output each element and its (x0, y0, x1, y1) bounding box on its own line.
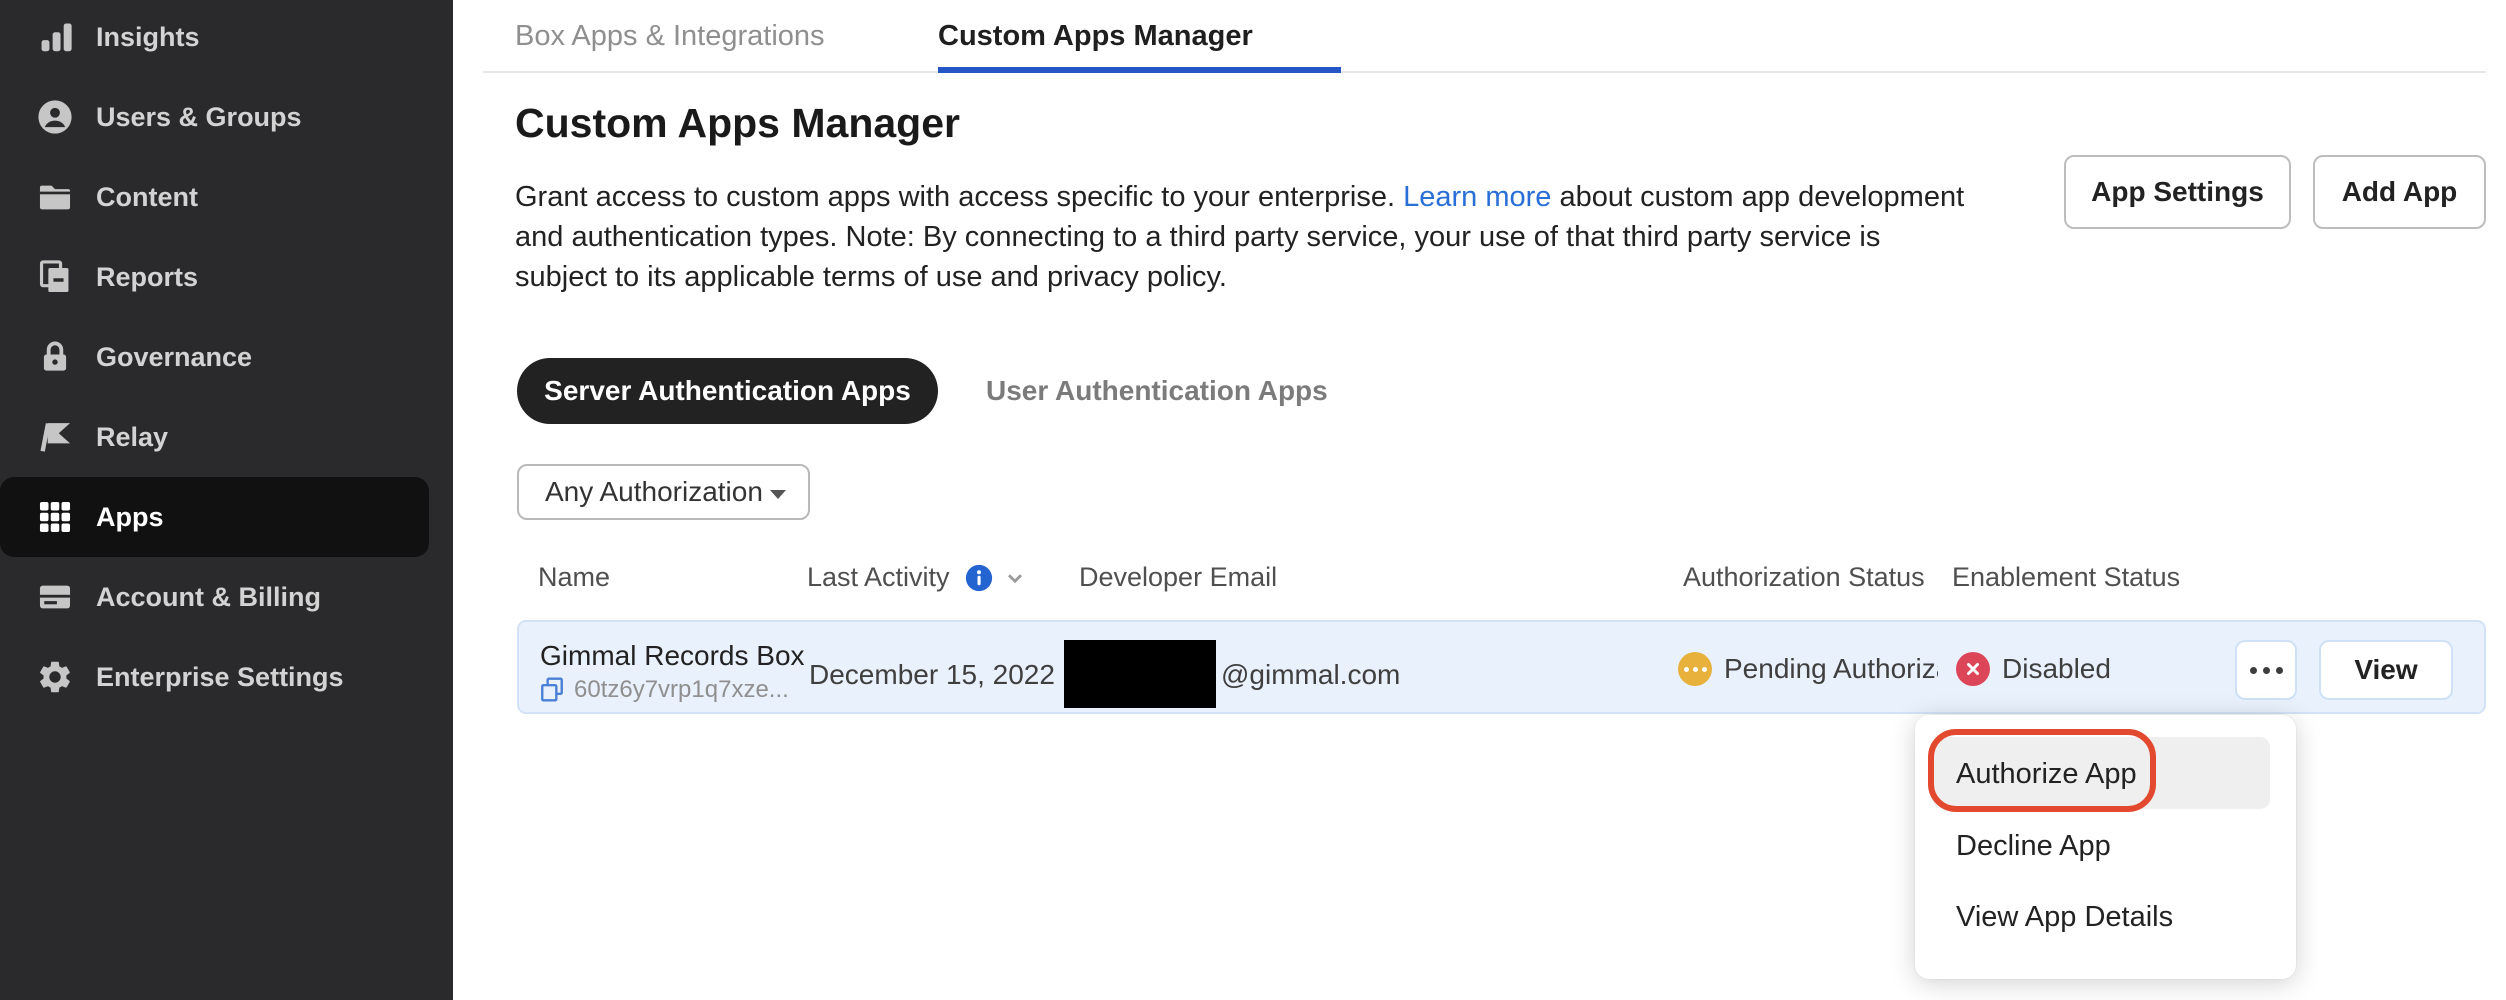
column-header-authorization-status: Authorization Status (1683, 562, 1925, 593)
active-tab-underline (938, 67, 1341, 73)
sidebar-item-governance[interactable]: Governance (0, 317, 453, 397)
chevron-down-icon (770, 490, 786, 499)
page-title: Custom Apps Manager (515, 100, 960, 147)
app-name: Gimmal Records Box (540, 640, 805, 672)
sidebar-item-insights[interactable]: Insights (0, 0, 453, 77)
description-line-3: subject to its applicable terms of use a… (515, 257, 2015, 297)
column-header-name: Name (538, 562, 610, 593)
gear-icon (36, 658, 74, 696)
sidebar-item-content[interactable]: Content (0, 157, 453, 237)
reports-icon (36, 258, 74, 296)
bar-chart-icon (36, 18, 74, 56)
sidebar-item-label: Relay (96, 422, 168, 453)
last-activity-value: December 15, 2022 (809, 659, 1055, 691)
sidebar-item-reports[interactable]: Reports (0, 237, 453, 317)
row-actions-ellipsis-button[interactable] (2235, 640, 2297, 700)
column-header-label: Last Activity (807, 562, 950, 593)
sidebar: Insights Users & Groups Content Reports (0, 0, 453, 1000)
sidebar-item-label: Content (96, 182, 198, 213)
developer-email-value: @gimmal.com (1221, 659, 1400, 691)
disabled-status-icon (1956, 652, 1990, 686)
sidebar-item-apps[interactable]: Apps (0, 477, 429, 557)
app-id-row: 60tz6y7vrp1q7xze... (539, 676, 789, 704)
app-settings-button[interactable]: App Settings (2064, 155, 2291, 229)
enablement-status: Disabled (1956, 652, 2111, 686)
authorization-status-label: Pending Authorization (1724, 653, 1938, 685)
row-actions-menu: Authorize App Decline App View App Detai… (1915, 715, 2296, 979)
sidebar-item-label: Governance (96, 342, 252, 373)
menu-item-decline-app[interactable]: Decline App (1956, 830, 2111, 863)
sort-chevron-icon[interactable] (1002, 565, 1028, 591)
add-app-button[interactable]: Add App (2313, 155, 2486, 229)
page-description: Grant access to custom apps with access … (515, 177, 2015, 297)
description-line-1: Grant access to custom apps with access … (515, 177, 2015, 217)
column-header-developer-email: Developer Email (1079, 562, 1277, 593)
column-header-enablement-status: Enablement Status (1952, 562, 2180, 593)
tab-box-apps-integrations[interactable]: Box Apps & Integrations (515, 20, 825, 53)
enablement-status-label: Disabled (2002, 653, 2111, 685)
description-line-2: and authentication types. Note: By conne… (515, 217, 2015, 257)
users-icon (36, 98, 74, 136)
learn-more-link[interactable]: Learn more (1403, 181, 1551, 213)
sidebar-item-enterprise-settings[interactable]: Enterprise Settings (0, 637, 453, 717)
info-icon[interactable] (964, 563, 994, 593)
authorization-status: Pending Authorization (1678, 652, 1938, 686)
tab-custom-apps-manager[interactable]: Custom Apps Manager (938, 20, 1253, 53)
user-authentication-apps-pill[interactable]: User Authentication Apps (986, 358, 1328, 424)
sidebar-item-label: Reports (96, 262, 198, 293)
sidebar-item-label: Users & Groups (96, 102, 302, 133)
ellipsis-icon (2250, 667, 2257, 674)
sidebar-item-label: Enterprise Settings (96, 662, 344, 693)
menu-item-authorize-app[interactable]: Authorize App (1956, 758, 2137, 791)
description-text: about custom app development (1551, 181, 1964, 213)
sidebar-item-users-groups[interactable]: Users & Groups (0, 77, 453, 157)
description-text: Grant access to custom apps with access … (515, 181, 1403, 213)
flag-icon (36, 418, 74, 456)
sidebar-item-relay[interactable]: Relay (0, 397, 453, 477)
column-header-last-activity: Last Activity (807, 562, 1028, 593)
folder-icon (36, 178, 74, 216)
app-id-value: 60tz6y7vrp1q7xze... (574, 676, 789, 704)
authorization-filter-dropdown[interactable]: Any Authorization (517, 464, 810, 520)
sidebar-item-label: Insights (96, 22, 200, 53)
tabbar-divider (483, 71, 2486, 73)
copy-icon[interactable] (539, 676, 565, 704)
redacted-email-box (1064, 640, 1216, 708)
server-authentication-apps-pill[interactable]: Server Authentication Apps (517, 358, 938, 424)
custom-apps-manager-page: Insights Users & Groups Content Reports (0, 0, 2506, 1000)
lock-icon (36, 338, 74, 376)
sidebar-item-label: Apps (96, 502, 164, 533)
table-header-row: Name Last Activity Developer Email Autho… (0, 562, 2506, 598)
table-row[interactable]: Gimmal Records Box 60tz6y7vrp1q7xze... D… (517, 620, 2486, 714)
apps-grid-icon (36, 498, 74, 536)
pending-status-icon (1678, 652, 1712, 686)
view-button[interactable]: View (2319, 640, 2453, 700)
menu-item-view-app-details[interactable]: View App Details (1956, 901, 2173, 934)
dropdown-selected-value: Any Authorization (545, 476, 763, 508)
